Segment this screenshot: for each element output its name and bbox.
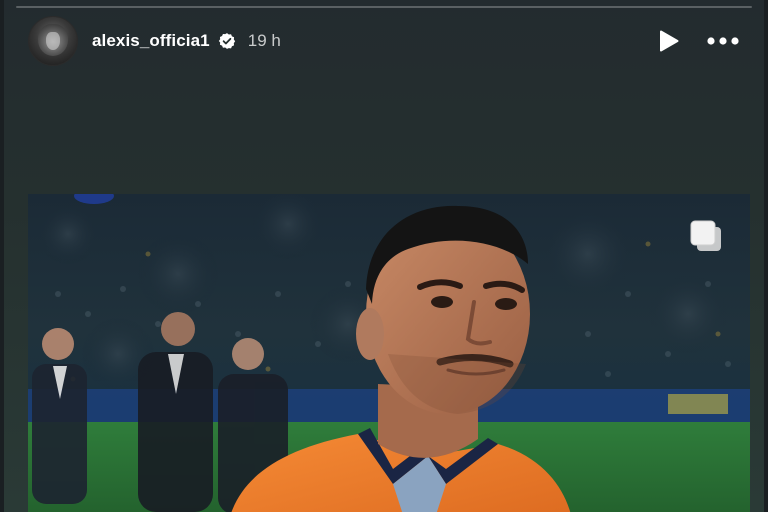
story-controls bbox=[658, 29, 740, 53]
shared-post-image[interactable] bbox=[28, 194, 750, 512]
lion-face bbox=[46, 32, 60, 50]
username[interactable]: alexis_officia1 bbox=[92, 31, 210, 51]
multiple-images-icon[interactable] bbox=[688, 218, 724, 254]
post-timestamp: 19 h bbox=[247, 31, 281, 50]
story-viewer: alexis_officia1 19 h bbox=[0, 0, 768, 512]
profile-avatar[interactable] bbox=[28, 16, 78, 66]
player-photo bbox=[28, 194, 750, 512]
play-button[interactable] bbox=[658, 29, 680, 53]
play-icon bbox=[660, 30, 679, 52]
more-options-icon bbox=[707, 37, 739, 45]
story-progress-bar bbox=[16, 6, 752, 8]
verified-badge-icon bbox=[218, 32, 236, 50]
story-header: alexis_officia1 19 h bbox=[28, 16, 740, 66]
more-options-button[interactable] bbox=[706, 36, 740, 46]
